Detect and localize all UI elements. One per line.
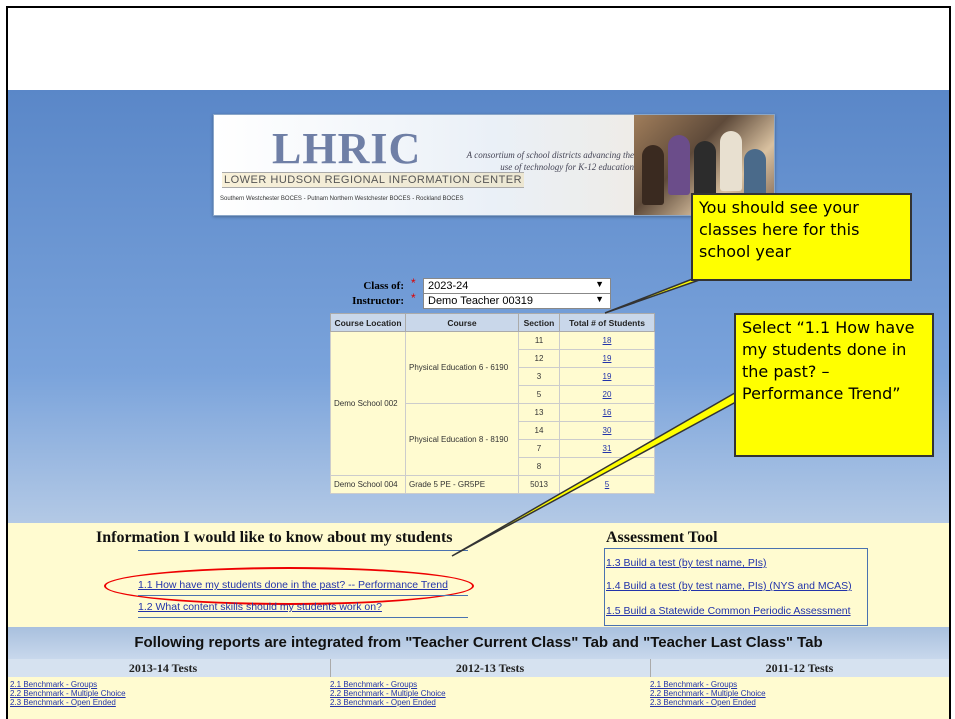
callout-select: Select “1.1 How have my students done in… — [734, 313, 934, 457]
callout-pointer-select — [451, 389, 759, 557]
callout-pointer-classes — [604, 277, 706, 314]
callout-classes: You should see your classes here for thi… — [691, 193, 912, 281]
